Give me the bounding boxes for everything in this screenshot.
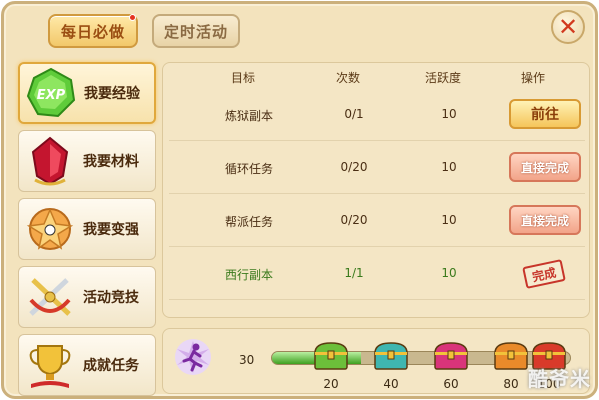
go-button[interactable]: 前往	[509, 99, 581, 129]
svg-text:EXP: EXP	[37, 88, 66, 103]
task-table: 目标 次数 活跃度 操作 炼狱副本 0/1 10 前往 循环任务 0/20 10…	[162, 62, 590, 318]
complete-now-button[interactable]: 直接完成	[509, 205, 581, 235]
row-count: 1/1	[344, 266, 364, 280]
table-row: 西行副本 1/1 10 完成	[169, 248, 585, 300]
crossed-swords-icon	[23, 270, 77, 324]
table-header: 目标 次数 活跃度 操作	[163, 65, 589, 87]
row-activity: 10	[441, 107, 457, 121]
ornament-icon	[23, 202, 77, 256]
row-activity: 10	[441, 266, 457, 280]
completed-stamp-label: 完成	[530, 265, 558, 284]
complete-now-label: 直接完成	[520, 213, 569, 228]
close-button[interactable]: ✕	[551, 10, 585, 44]
activity-points: 30	[239, 353, 255, 367]
row-target: 帮派任务	[224, 215, 273, 229]
header-action: 操作	[520, 71, 545, 85]
treasure-chest-icon[interactable]	[492, 341, 530, 371]
activity-window: 每日必做 定时活动 ✕ EXP 我要经验 我要材料 我要变强 活动竞技 成就任务…	[1, 1, 598, 399]
milestone-label: 20	[323, 377, 339, 391]
treasure-chest-icon[interactable]	[312, 341, 350, 371]
sidebar-item-strength[interactable]: 我要变强	[18, 198, 156, 260]
header-activity: 活跃度	[424, 71, 461, 85]
watermark: 酷爷米	[528, 367, 591, 391]
close-icon: ✕	[557, 13, 579, 41]
tab-daily[interactable]: 每日必做	[48, 14, 138, 48]
sidebar-item-label: 我要变强	[83, 222, 139, 238]
milestone-label: 80	[503, 377, 519, 391]
row-activity: 10	[441, 160, 457, 174]
row-count: 0/1	[344, 107, 364, 121]
row-target: 西行副本	[224, 268, 273, 282]
sidebar-item-materials[interactable]: 我要材料	[18, 130, 156, 192]
sidebar-item-label: 成就任务	[83, 358, 139, 374]
sidebar-item-label: 活动竞技	[83, 290, 139, 306]
table-row: 炼狱副本 0/1 10 前往	[169, 89, 585, 141]
table-row: 帮派任务 0/20 10 直接完成	[169, 195, 585, 247]
header-target: 目标	[230, 71, 255, 85]
treasure-chest-icon[interactable]	[372, 341, 410, 371]
runner-icon	[173, 337, 213, 377]
row-target: 炼狱副本	[224, 109, 273, 123]
notification-dot	[129, 14, 136, 21]
row-activity: 10	[441, 213, 457, 227]
trophy-cup-icon	[23, 338, 77, 392]
sidebar-item-label: 我要经验	[84, 86, 140, 102]
milestone-label: 60	[443, 377, 459, 391]
sidebar-item-arena[interactable]: 活动竞技	[18, 266, 156, 328]
header-count: 次数	[335, 71, 360, 85]
complete-now-button[interactable]: 直接完成	[509, 152, 581, 182]
sidebar-item-exp[interactable]: EXP 我要经验	[18, 62, 156, 124]
milestone-label: 40	[383, 377, 399, 391]
exp-gem-icon: EXP	[24, 66, 78, 120]
tab-daily-label: 每日必做	[60, 22, 125, 41]
row-count: 0/20	[340, 213, 368, 227]
table-row: 循环任务 0/20 10 直接完成	[169, 142, 585, 194]
row-target: 循环任务	[224, 162, 273, 176]
tab-timed-label: 定时活动	[163, 22, 228, 41]
completed-stamp: 完成	[522, 259, 566, 289]
activity-progress: 30 20 40 60 80 100	[162, 328, 590, 394]
row-count: 0/20	[340, 160, 368, 174]
tab-timed-events[interactable]: 定时活动	[152, 14, 240, 48]
go-button-label: 前往	[531, 107, 559, 123]
sidebar-item-achievements[interactable]: 成就任务	[18, 334, 156, 396]
treasure-chest-icon[interactable]	[432, 341, 470, 371]
red-crystal-icon	[23, 134, 77, 188]
complete-now-label: 直接完成	[520, 160, 569, 175]
sidebar-item-label: 我要材料	[83, 154, 139, 170]
